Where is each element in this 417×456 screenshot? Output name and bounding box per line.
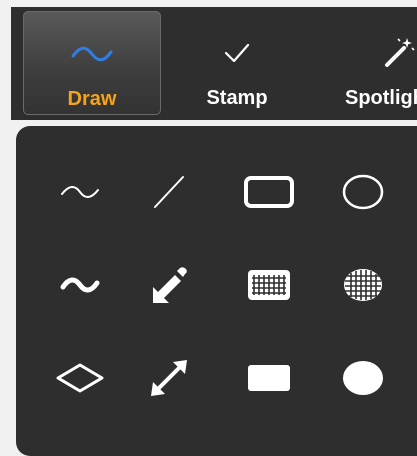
wave-line-icon — [24, 34, 160, 74]
thick-arrow-icon[interactable] — [134, 250, 204, 320]
spotlight-tool-button[interactable]: Spotlight — [339, 11, 417, 115]
double-arrow-icon[interactable] — [134, 343, 204, 413]
magic-wand-icon — [379, 33, 417, 73]
stamp-tool-button[interactable]: Stamp — [179, 11, 295, 115]
outlined-ellipse-icon[interactable] — [328, 157, 398, 227]
filled-ellipse-icon[interactable] — [328, 343, 398, 413]
thin-line-icon[interactable] — [134, 157, 204, 227]
draw-options-panel — [16, 126, 417, 456]
grid-rectangle-icon[interactable] — [234, 250, 304, 320]
filled-rectangle-icon[interactable] — [234, 343, 304, 413]
thick-wave-icon[interactable] — [45, 250, 115, 320]
checkmark-icon — [179, 33, 295, 73]
diamond-icon[interactable] — [45, 343, 115, 413]
grid-ellipse-icon[interactable] — [328, 250, 398, 320]
draw-tool-button[interactable]: Draw — [23, 11, 161, 115]
spotlight-tool-label: Spotlight — [345, 87, 417, 109]
outlined-rectangle-icon[interactable] — [234, 157, 304, 227]
thin-wave-icon[interactable] — [45, 157, 115, 227]
annotation-toolbar: Draw Stamp Spotlight — [11, 7, 417, 120]
draw-tool-label: Draw — [67, 88, 117, 110]
stamp-tool-label: Stamp — [206, 87, 268, 109]
